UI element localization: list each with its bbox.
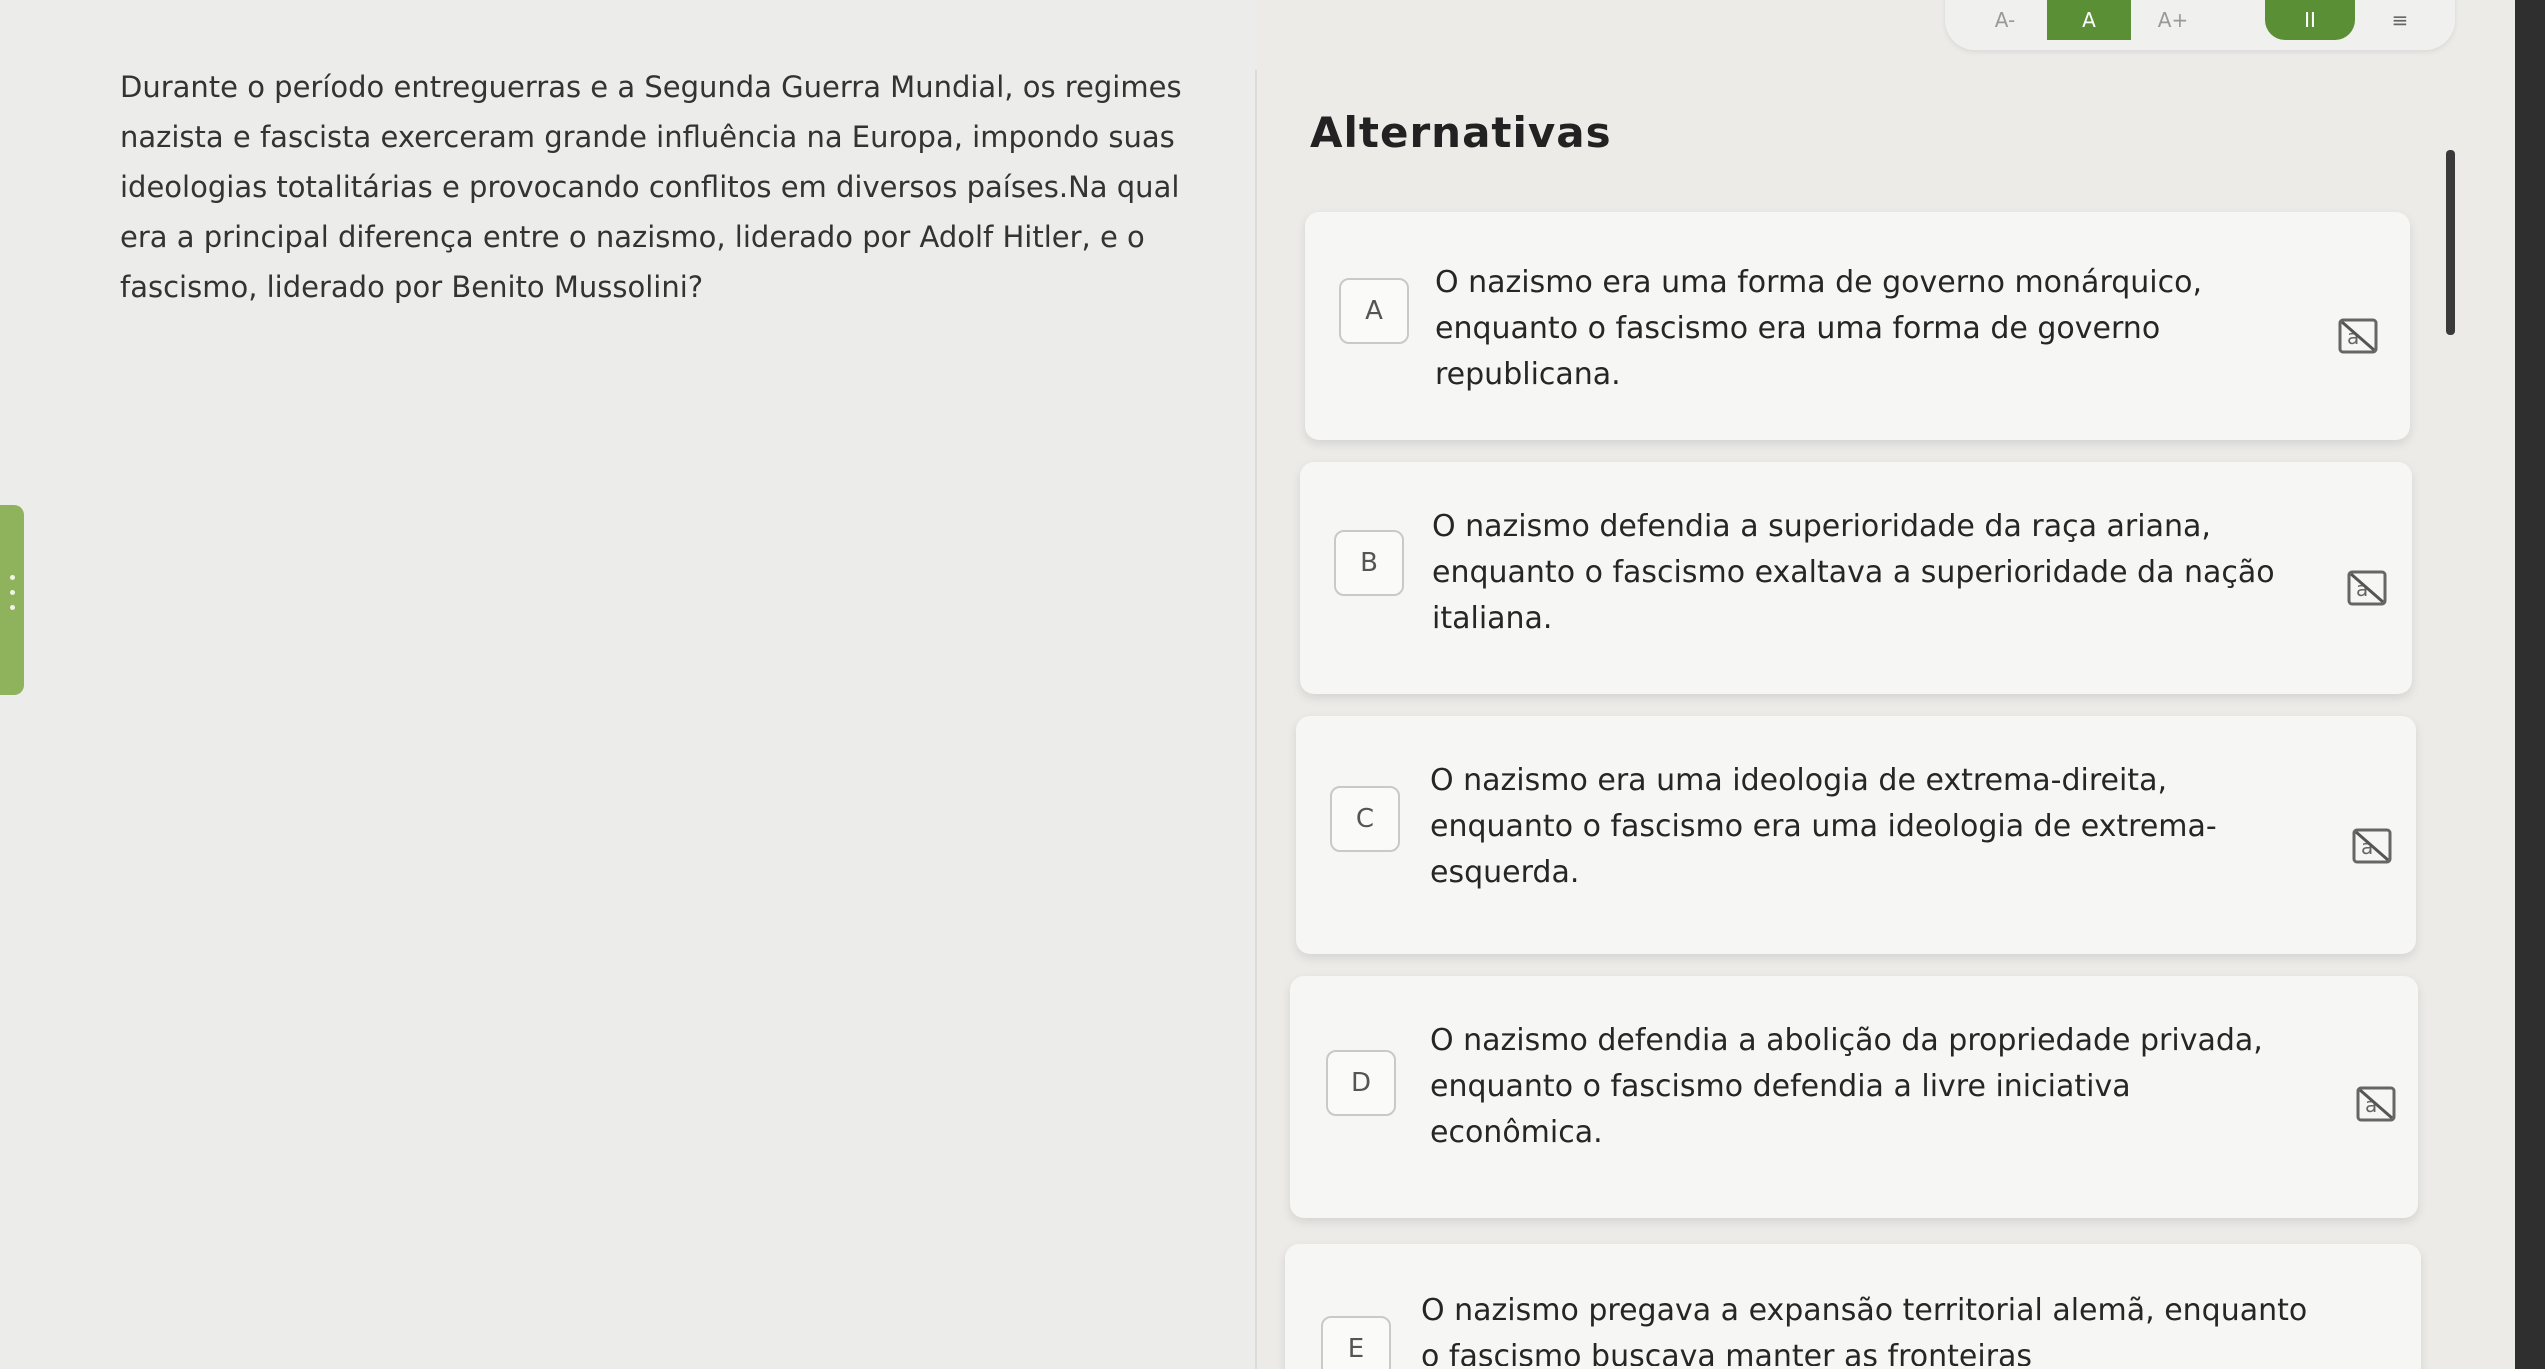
handle-dot (10, 575, 15, 580)
alternative-letter-b[interactable]: B (1334, 530, 1404, 596)
font-normal-button[interactable]: A (2047, 0, 2131, 40)
alternative-letter-d[interactable]: D (1326, 1050, 1396, 1116)
question-panel: Durante o período entreguerras e a Segun… (0, 0, 1255, 1369)
question-text: Durante o período entreguerras e a Segun… (120, 70, 1182, 304)
handle-dot (10, 590, 15, 595)
alternative-text-e: O nazismo pregava a expansão territorial… (1421, 1293, 2308, 1366)
alternative-letter-e[interactable]: E (1321, 1316, 1391, 1369)
alternatives-title: Alternativas (1310, 108, 1612, 157)
screen-edge (2515, 0, 2545, 1369)
alternative-e[interactable]: E O nazismo pregava a expansão territori… (1285, 1244, 2421, 1369)
alternative-text-b: O nazismo defendia a superioridade da ra… (1432, 509, 2275, 636)
alternative-text-d: O nazismo defendia a abolição da proprie… (1430, 1023, 2263, 1150)
alternative-d[interactable]: D O nazismo defendia a abolição da propr… (1290, 976, 2418, 1218)
alternative-c[interactable]: C O nazismo era uma ideologia de extrema… (1296, 716, 2416, 954)
strikethrough-icon[interactable]: a (2356, 1086, 2396, 1122)
panel-divider (1255, 70, 1257, 1369)
font-decrease-button[interactable]: A- (1965, 0, 2045, 40)
quiz-page: Durante o período entreguerras e a Segun… (0, 0, 2545, 1369)
alternative-text-c: O nazismo era uma ideologia de extrema-d… (1430, 763, 2217, 890)
scrollbar-thumb[interactable] (2446, 150, 2455, 335)
strikethrough-icon[interactable]: a (2338, 318, 2378, 354)
pause-button[interactable]: II (2265, 0, 2355, 40)
strikethrough-icon[interactable]: a (2352, 828, 2392, 864)
alternative-b[interactable]: B O nazismo defendia a superioridade da … (1300, 462, 2412, 694)
handle-dot (10, 605, 15, 610)
strikethrough-icon[interactable]: a (2347, 570, 2387, 606)
top-toolbar: A- A A+ II ≡ (1945, 0, 2455, 50)
side-tab-handle[interactable] (0, 505, 24, 695)
menu-button[interactable]: ≡ (2375, 0, 2425, 40)
font-increase-button[interactable]: A+ (2133, 0, 2213, 40)
alternative-letter-a[interactable]: A (1339, 278, 1409, 344)
alternative-text-a: O nazismo era uma forma de governo monár… (1435, 265, 2203, 392)
alternative-a[interactable]: A O nazismo era uma forma de governo mon… (1305, 212, 2410, 440)
alternative-letter-c[interactable]: C (1330, 786, 1400, 852)
